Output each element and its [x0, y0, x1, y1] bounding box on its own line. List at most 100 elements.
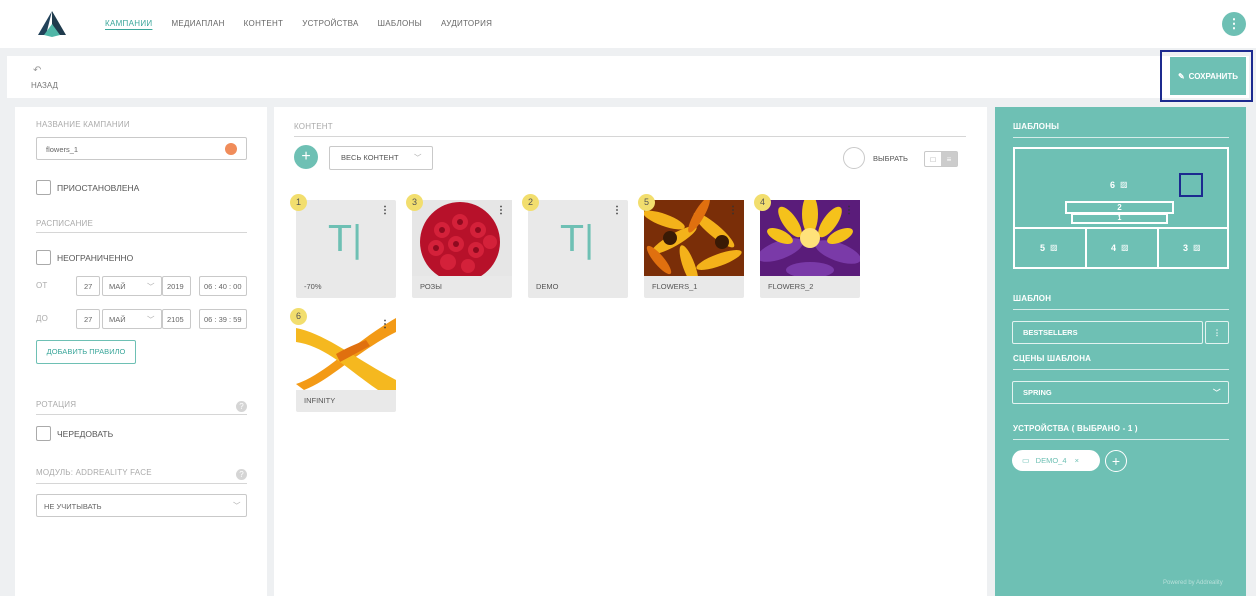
templates-divider — [1013, 137, 1229, 138]
card-name: DEMO — [536, 282, 559, 291]
nav-audience[interactable]: АУДИТОРИЯ — [441, 18, 492, 30]
chevron-down-icon: ﹀ — [147, 315, 155, 324]
main-nav: КАМПАНИИ МЕДИАПЛАН КОНТЕНТ УСТРОЙСТВА ША… — [105, 18, 511, 30]
content-card[interactable]: ⋮ FLOWERS_1 — [644, 200, 744, 298]
schedule-divider — [36, 232, 247, 233]
list-view-icon[interactable]: ≡ — [941, 152, 957, 166]
to-time-input[interactable]: 06 : 39 : 59 — [199, 309, 247, 329]
card-name: INFINITY — [304, 396, 336, 405]
card-more-icon[interactable]: ⋮ — [496, 206, 506, 216]
paused-label: ПРИОСТАНОВЛЕНА — [57, 183, 140, 193]
card-more-icon[interactable]: ⋮ — [380, 206, 390, 216]
to-day-input[interactable]: 27 — [76, 309, 100, 329]
scenes-divider — [1013, 369, 1229, 370]
card-more-icon[interactable]: ⋮ — [844, 206, 854, 216]
device-chip[interactable]: ▭ DEMO_4 × — [1012, 450, 1100, 471]
card-more-icon[interactable]: ⋮ — [612, 206, 622, 216]
back-label[interactable]: НАЗАД — [31, 81, 58, 90]
zone-6-label: 6 — [1110, 180, 1116, 190]
template-more-button[interactable]: ⋮ — [1205, 321, 1229, 344]
to-month-value: МАЙ — [109, 315, 126, 324]
top-navigation-bar: КАМПАНИИ МЕДИАПЛАН КОНТЕНТ УСТРОЙСТВА ША… — [0, 0, 1256, 48]
nav-templates[interactable]: ШАБЛОНЫ — [378, 18, 422, 30]
template-divider — [1013, 309, 1229, 310]
template-label: ШАБЛОН — [1013, 294, 1052, 303]
card-name: РОЗЫ — [420, 282, 442, 291]
content-filter-value: ВЕСЬ КОНТЕНТ — [341, 153, 399, 162]
campaign-name-input[interactable]: flowers_1 — [36, 137, 247, 160]
zone-1-label: 1 — [1117, 215, 1122, 222]
zone-1[interactable]: 1 — [1071, 213, 1168, 224]
more-menu-button[interactable]: ⋮ — [1222, 12, 1246, 36]
chevron-down-icon: ﹀ — [1213, 388, 1221, 397]
to-label: ДО — [36, 314, 49, 323]
card-more-icon[interactable]: ⋮ — [380, 320, 390, 330]
content-divider — [294, 136, 966, 137]
text-type-icon: T| — [561, 219, 596, 260]
save-button[interactable]: ✎ СОХРАНИТЬ — [1170, 57, 1246, 95]
addreality-logo[interactable] — [38, 11, 66, 37]
close-icon[interactable]: × — [1075, 456, 1079, 465]
unlimited-label: НЕОГРАНИЧЕННО — [57, 253, 134, 263]
schedule-label: РАСПИСАНИЕ — [36, 219, 94, 228]
add-content-button[interactable]: + — [294, 145, 318, 169]
content-card[interactable]: ⋮ INFINITY — [296, 314, 396, 412]
campaign-name-label: НАЗВАНИЕ КАМПАНИИ — [36, 120, 130, 129]
content-card[interactable]: ⋮ РОЗЫ — [412, 200, 512, 298]
to-month-select[interactable]: МАЙ ﹀ — [102, 309, 162, 329]
card-more-icon[interactable]: ⋮ — [728, 206, 738, 216]
zone-5-label: 5 — [1040, 243, 1046, 253]
zone-divider — [1013, 227, 1229, 229]
content-title: КОНТЕНТ — [294, 122, 333, 131]
select-all-toggle[interactable] — [843, 147, 865, 169]
add-rule-button[interactable]: ДОБАВИТЬ ПРАВИЛО — [36, 340, 136, 364]
nav-mediaplan[interactable]: МЕДИАПЛАН — [171, 18, 224, 30]
templates-panel: ШАБЛОНЫ 6 ▨ 2 1 5 ▨ 4 ▨ 3 ▨ ШАБЛОН BESTS… — [995, 107, 1246, 596]
zone-4-label: 4 — [1111, 243, 1117, 253]
zone-3-label: 3 — [1183, 243, 1189, 253]
module-select[interactable]: НЕ УЧИТЫВАТЬ ﹀ — [36, 494, 247, 517]
alternate-checkbox[interactable] — [36, 426, 51, 441]
image-icon: ▨ — [1121, 243, 1129, 252]
image-icon: ▨ — [1050, 243, 1058, 252]
from-day-value: 27 — [84, 282, 93, 291]
nav-campaigns[interactable]: КАМПАНИИ — [105, 18, 152, 30]
nav-content[interactable]: КОНТЕНТ — [244, 18, 284, 30]
alternate-label: ЧЕРЕДОВАТЬ — [57, 429, 114, 439]
order-badge: 2 — [522, 194, 539, 211]
scene-select[interactable]: SPRING ﹀ — [1012, 381, 1229, 404]
paused-checkbox[interactable] — [36, 180, 51, 195]
help-icon[interactable]: ? — [236, 401, 247, 412]
content-card[interactable]: ⋮ FLOWERS_2 — [760, 200, 860, 298]
add-device-button[interactable]: + — [1105, 450, 1127, 472]
template-field[interactable]: BESTSELLERS — [1012, 321, 1203, 344]
more-icon: ⋮ — [1213, 328, 1221, 337]
save-button-label: СОХРАНИТЬ — [1188, 71, 1239, 81]
to-year-input[interactable]: 2105 — [162, 309, 191, 329]
chevron-down-icon: ﹀ — [147, 282, 155, 291]
order-badge: 4 — [754, 194, 771, 211]
campaign-name-value: flowers_1 — [46, 145, 79, 154]
from-year-input[interactable]: 2019 — [162, 276, 191, 296]
image-icon: ▨ — [1193, 243, 1201, 252]
to-day-value: 27 — [84, 315, 93, 324]
content-card[interactable]: T| ⋮ DEMO — [528, 200, 628, 298]
nav-devices[interactable]: УСТРОЙСТВА — [302, 18, 358, 30]
card-name: FLOWERS_2 — [768, 282, 814, 291]
from-time-input[interactable]: 06 : 40 : 00 — [199, 276, 247, 296]
to-year-value: 2105 — [167, 315, 184, 324]
unlimited-checkbox[interactable] — [36, 250, 51, 265]
help-icon[interactable]: ? — [236, 469, 247, 480]
content-card[interactable]: T| ⋮ -70% — [296, 200, 396, 298]
select-label[interactable]: ВЫБРАТЬ — [873, 154, 908, 163]
campaign-color-dot[interactable] — [225, 143, 237, 155]
zone-divider — [1085, 227, 1087, 269]
grid-view-icon[interactable]: □ — [925, 152, 941, 166]
from-month-select[interactable]: МАЙ ﹀ — [102, 276, 162, 296]
content-panel: КОНТЕНТ + ВЕСЬ КОНТЕНТ ﹀ ВЫБРАТЬ □ ≡ T| … — [274, 107, 987, 596]
undo-arrow-icon[interactable]: ↶ — [33, 65, 41, 76]
content-filter-select[interactable]: ВЕСЬ КОНТЕНТ ﹀ — [329, 146, 433, 170]
from-day-input[interactable]: 27 — [76, 276, 100, 296]
view-mode-toggle[interactable]: □ ≡ — [924, 151, 958, 167]
template-layout-preview[interactable]: 6 ▨ 2 1 5 ▨ 4 ▨ 3 ▨ — [1013, 147, 1229, 269]
